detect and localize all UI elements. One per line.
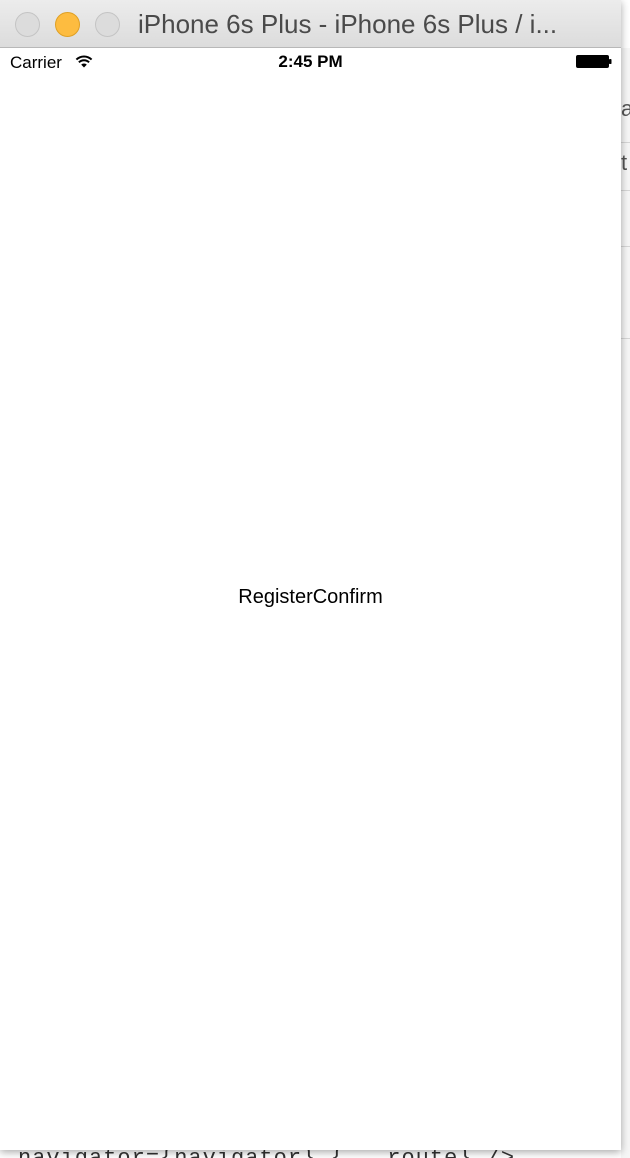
background-divider [621, 190, 630, 191]
close-window-button[interactable] [15, 12, 40, 37]
background-divider [621, 142, 630, 143]
background-sidebar [621, 48, 630, 1158]
background-text-fragment: a [621, 96, 630, 121]
background-divider [621, 246, 630, 247]
window-title: iPhone 6s Plus - iPhone 6s Plus / i... [138, 9, 558, 39]
background-divider [621, 338, 630, 339]
background-text-fragment: t [621, 150, 628, 175]
status-time: 2:45 PM [278, 52, 343, 71]
simulator-window: iPhone 6s Plus - iPhone 6s Plus / i... C… [0, 0, 621, 1150]
window-titlebar[interactable]: iPhone 6s Plus - iPhone 6s Plus / i... [0, 0, 621, 48]
zoom-window-button[interactable] [95, 12, 120, 37]
register-confirm-label: RegisterConfirm [238, 586, 383, 608]
minimize-window-button[interactable] [55, 12, 80, 37]
ios-status-bar: Carrier 2:45 PM [0, 48, 621, 76]
battery-icon [576, 55, 612, 68]
app-screen: RegisterConfirm [0, 76, 621, 1150]
